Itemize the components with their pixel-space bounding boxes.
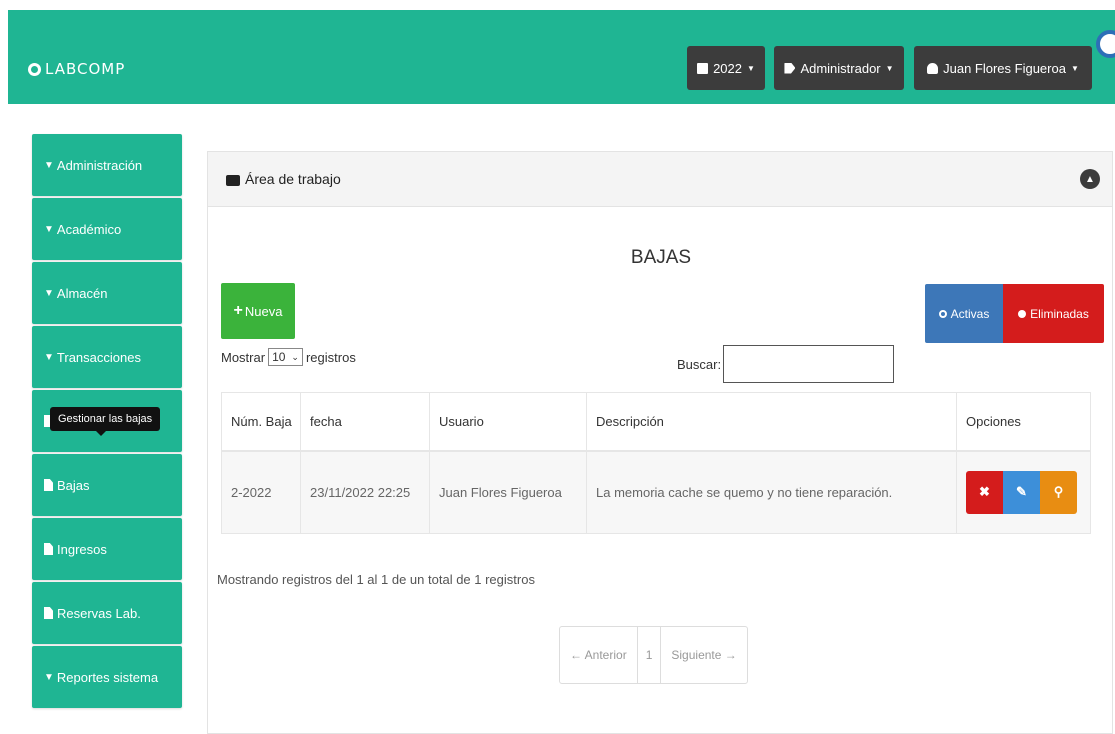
sidebar-item-administracion[interactable]: ▼ Administración [32, 134, 182, 196]
caret-down-icon: ▼ [1070, 63, 1079, 73]
delete-button[interactable]: ✖ [966, 470, 1003, 514]
cell-fecha: 23/11/2022 22:25 [300, 450, 430, 534]
pagination-next[interactable]: Siguiente → [661, 627, 746, 683]
view-button[interactable]: ⚲ [1040, 470, 1077, 514]
row-actions: ✖ ✎ ⚲ [966, 470, 1090, 514]
search-control: Buscar: [677, 345, 895, 383]
search-input[interactable] [723, 345, 895, 383]
table-header-row: Núm. Baja fecha Usuario Descripción Opci… [221, 392, 1091, 452]
cell-usuario: Juan Flores Figueroa [429, 450, 587, 534]
top-navbar: LABCOMP 2022 ▼ Administrador ▼ Juan Flor… [8, 10, 1115, 104]
new-button[interactable]: + Nueva [221, 283, 295, 339]
cell-num-baja: 2-2022 [221, 450, 301, 534]
calendar-icon [697, 62, 709, 74]
chevron-down-icon: ▼ [44, 159, 54, 171]
year-label: 2022 [713, 60, 742, 76]
column-header-num-baja[interactable]: Núm. Baja [221, 392, 301, 452]
chevron-down-icon: ▼ [44, 351, 54, 363]
file-icon [44, 543, 53, 555]
file-icon [44, 479, 53, 491]
cell-descripcion: La memoria cache se quemo y no tiene rep… [586, 450, 957, 534]
length-prefix: Mostrar [221, 349, 266, 365]
sidebar-item-label: Reportes sistema [56, 669, 159, 685]
page-length-control: Mostrar 10 ⌄ registros [221, 348, 356, 366]
new-button-label: Nueva [244, 303, 283, 319]
column-header-usuario[interactable]: Usuario [429, 392, 587, 452]
sidebar-item-label: Reservas Lab. [57, 605, 141, 621]
pagination-page-1[interactable]: 1 [636, 627, 662, 683]
panel-header: Área de trabajo [208, 152, 1112, 207]
sidebar-item-label: Transacciones [56, 349, 141, 365]
file-icon [44, 607, 53, 619]
chevron-down-icon: ▼ [44, 671, 54, 683]
deleted-filter-button[interactable]: Eliminadas [1003, 284, 1104, 343]
sidebar-item-reportes-sistema[interactable]: ▼ Reportes sistema [32, 646, 182, 708]
table-info: Mostrando registros del 1 al 1 de un tot… [217, 572, 535, 587]
work-area-panel: Área de trabajo ▲ BAJAS + Nueva Activas … [207, 151, 1113, 734]
plus-icon: + [233, 302, 243, 319]
user-icon [927, 62, 939, 74]
table-row: 2-2022 23/11/2022 22:25 Juan Flores Figu… [221, 450, 1091, 534]
sidebar-item-label: Ingresos [57, 541, 107, 557]
bajas-table: Núm. Baja fecha Usuario Descripción Opci… [221, 392, 1091, 534]
tooltip: Gestionar las bajas [50, 407, 161, 436]
sidebar-item-gestionar-bajas[interactable]: Gestionar las bajas [32, 390, 182, 452]
sidebar-item-academico[interactable]: ▼ Académico [32, 198, 182, 260]
sidebar-item-ingresos[interactable]: Ingresos [32, 518, 182, 580]
edit-icon: ✎ [1016, 484, 1027, 500]
search-icon: ⚲ [1053, 484, 1064, 500]
deleted-filter-label: Eliminadas [1030, 306, 1089, 321]
circle-outline-icon [938, 309, 947, 318]
sidebar-item-label: Académico [56, 221, 122, 237]
pagination: ← Anterior 1 Siguiente → [559, 626, 748, 684]
column-header-opciones: Opciones [956, 392, 1091, 452]
role-label: Administrador [800, 60, 881, 76]
chevron-down-icon: ▼ [44, 223, 54, 235]
column-header-fecha[interactable]: fecha [300, 392, 430, 452]
chevron-down-icon: ▼ [44, 287, 54, 299]
user-dropdown[interactable]: Juan Flores Figueroa ▼ [914, 46, 1092, 90]
page-length-select[interactable]: 10 ⌄ [268, 348, 303, 366]
sidebar-item-almacen[interactable]: ▼ Almacén [32, 262, 182, 324]
length-suffix: registros [305, 349, 356, 365]
avatar-head-icon [1096, 30, 1115, 58]
sidebar-item-bajas[interactable]: Bajas [32, 454, 182, 516]
search-label: Buscar: [677, 356, 722, 372]
tag-icon [784, 62, 796, 74]
active-filter-label: Activas [950, 306, 990, 321]
circle-filled-icon [1018, 309, 1027, 318]
user-label: Juan Flores Figueroa [943, 60, 1066, 76]
cell-opciones: ✖ ✎ ⚲ [956, 450, 1091, 534]
panel-heading: Área de trabajo [245, 171, 341, 187]
role-dropdown[interactable]: Administrador ▼ [774, 46, 904, 90]
chevron-up-icon: ▲ [1085, 173, 1095, 185]
sidebar-item-reservas-lab[interactable]: Reservas Lab. [32, 582, 182, 644]
avatar[interactable] [1093, 28, 1115, 72]
close-icon: ✖ [979, 484, 990, 500]
brand-name: LABCOMP [45, 60, 126, 78]
page-title: BAJAS [630, 247, 692, 268]
briefcase-icon [226, 174, 240, 186]
collapse-panel-button[interactable]: ▲ [1080, 169, 1100, 189]
page-length-value: 10 [272, 350, 286, 364]
caret-down-icon: ▼ [885, 63, 894, 73]
sidebar-item-transacciones[interactable]: ▼ Transacciones [32, 326, 182, 388]
sidebar-item-label: Administración [56, 157, 143, 173]
sidebar-item-label: Almacén [56, 285, 108, 301]
active-filter-button[interactable]: Activas [925, 284, 1003, 343]
sidebar-item-label: Bajas [57, 477, 90, 493]
chevron-down-icon: ⌄ [291, 351, 299, 362]
pagination-prev[interactable]: ← Anterior [560, 627, 637, 683]
column-header-descripcion[interactable]: Descripción [586, 392, 957, 452]
caret-down-icon: ▼ [747, 63, 755, 73]
brand-logo-icon [28, 62, 41, 76]
year-dropdown[interactable]: 2022 ▼ [687, 46, 765, 90]
sidebar: ▼ Administración ▼ Académico ▼ Almacén ▼… [32, 134, 182, 710]
edit-button[interactable]: ✎ [1003, 470, 1040, 514]
brand[interactable]: LABCOMP [28, 60, 125, 78]
